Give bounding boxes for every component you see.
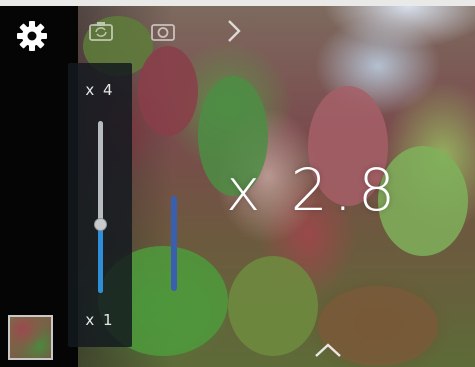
camera-mode-icon[interactable] [150,20,176,42]
left-control-bar [0,6,78,367]
camera-app-screen: x 4 x 1 x 2.8 [0,0,475,367]
plant-cluster [228,256,318,356]
gear-icon [17,21,47,51]
zoom-min-label: x 1 [85,311,115,329]
zoom-slider-thumb[interactable] [94,218,107,231]
chevron-up-icon[interactable] [313,341,343,359]
last-photo-thumbnail[interactable] [8,315,53,360]
zoom-level-readout: x 2.8 [226,156,401,224]
zoom-max-label: x 4 [85,81,115,99]
chevron-right-icon[interactable] [226,18,242,44]
zoom-slider-panel: x 4 x 1 [68,63,132,347]
camera-switch-icon[interactable] [88,20,114,42]
plant-cluster [138,46,198,136]
settings-button[interactable] [10,14,54,58]
zoom-slider-track[interactable] [94,121,107,293]
zoom-slider-fill [98,224,103,293]
plant-stem [171,196,177,291]
